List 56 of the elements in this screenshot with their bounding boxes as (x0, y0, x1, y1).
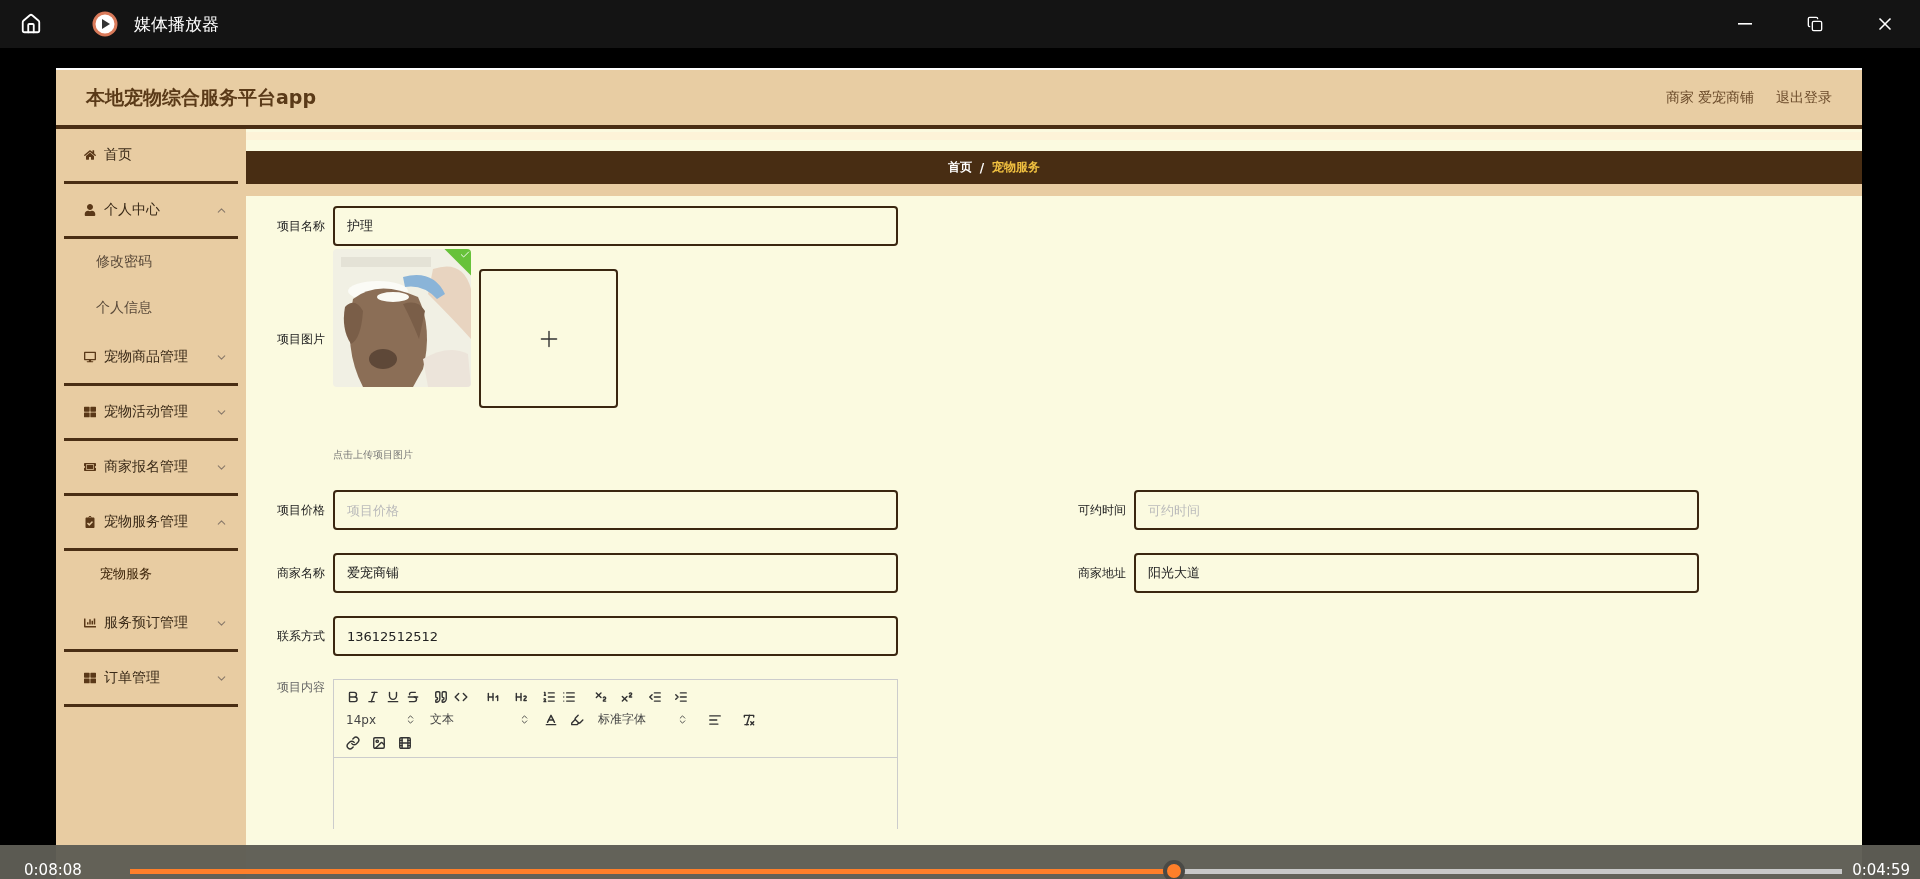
sidebar-item[interactable]: 宠物活动管理 (64, 386, 238, 441)
elapsed-time: 0:08:08 (24, 863, 82, 878)
toolbar-select[interactable]: 14px (346, 712, 416, 727)
sidebar-subitem[interactable]: 宠物服务 (64, 551, 238, 597)
window-title: 媒体播放器 (134, 12, 219, 36)
input-field[interactable]: 13612512512 (333, 616, 898, 656)
user-name: 商家 爱宠商铺 (1665, 88, 1754, 107)
input-field[interactable]: 项目价格 (333, 490, 898, 530)
app-title: 本地宠物综合服务平台app (86, 84, 317, 110)
clipboard-check-icon (84, 516, 96, 528)
sidebar-item[interactable]: 订单管理 (64, 652, 238, 707)
minimize-icon (1738, 23, 1752, 25)
grid-icon (84, 672, 96, 684)
logout-link[interactable]: 退出登录 (1776, 88, 1832, 107)
field-label: 商家地址 (1077, 564, 1126, 582)
input-field[interactable]: 可约时间 (1134, 490, 1699, 530)
sidebar-item[interactable]: 个人中心 (64, 184, 238, 239)
sidebar-item[interactable]: 首页 (64, 129, 238, 184)
select-caret-icon (405, 714, 416, 725)
rich-text-editor[interactable]: 14px 文本 标准字体 (333, 679, 898, 829)
field-label: 可约时间 (1077, 501, 1126, 519)
ticket-icon (84, 461, 96, 473)
remaining-time: 0:04:59 (1852, 863, 1910, 878)
sidebar-subitem[interactable]: 个人信息 (64, 285, 238, 331)
field-label: 项目内容 (276, 679, 325, 696)
user-icon (84, 204, 96, 216)
breadcrumb-link[interactable]: 宠物服务 (992, 159, 1041, 176)
progress-thumb[interactable] (1163, 860, 1186, 879)
input-field[interactable]: 爱宠商铺 (333, 553, 898, 593)
select-caret-icon (519, 714, 530, 725)
grid-icon (84, 406, 96, 418)
field-label: 项目价格 (276, 501, 325, 519)
home-icon[interactable] (20, 13, 42, 35)
upload-hint: 点击上传项目图片 (333, 448, 414, 462)
sidebar-item[interactable]: 宠物服务管理 (64, 496, 238, 551)
input-field[interactable]: 阳光大道 (1134, 553, 1699, 593)
play-logo-icon (92, 11, 118, 37)
breadcrumb-link[interactable]: 首页 (947, 159, 972, 176)
field-label: 联系方式 (276, 627, 325, 645)
sidebar-subitem[interactable]: 修改密码 (64, 239, 238, 285)
home-icon (84, 149, 96, 161)
restore-icon (1807, 16, 1823, 32)
field-label: 项目名称 (276, 217, 325, 235)
monitor-icon (84, 351, 96, 363)
breadcrumb-separator: / (979, 160, 985, 175)
upload-button[interactable] (479, 269, 618, 408)
field-label: 项目图片 (276, 331, 325, 348)
input-field[interactable]: 护理 (333, 206, 898, 246)
toolbar-select[interactable]: 文本 (430, 711, 530, 728)
sidebar-item[interactable]: 宠物商品管理 (64, 331, 238, 386)
bar-chart-icon (84, 617, 96, 629)
field-label: 商家名称 (276, 564, 325, 582)
select-caret-icon (677, 714, 688, 725)
sidebar-item[interactable]: 商家报名管理 (64, 441, 238, 496)
toolbar-select[interactable]: 标准字体 (598, 711, 688, 728)
sidebar-item[interactable]: 服务预订管理 (64, 597, 238, 652)
